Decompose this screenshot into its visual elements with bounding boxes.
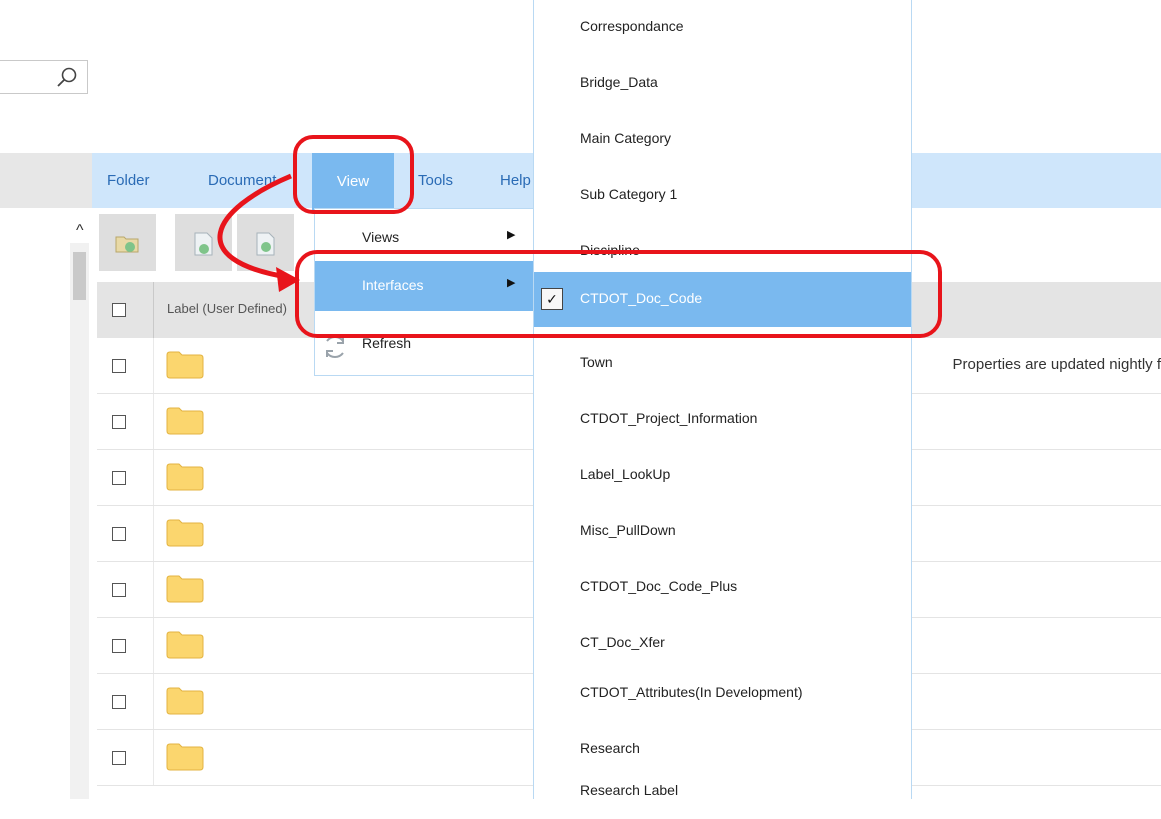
submenu-item[interactable]: CT_Doc_Xfer	[534, 616, 911, 671]
menu-item-interfaces[interactable]: Interfaces ▶	[315, 261, 533, 311]
row-checkbox[interactable]	[112, 359, 126, 373]
add-document-button[interactable]	[175, 214, 232, 271]
view-dropdown-menu: Views ▶ Interfaces ▶ Refresh	[314, 208, 534, 376]
submenu-arrow-icon: ▶	[507, 229, 516, 241]
menu-item-label: Interfaces	[362, 277, 424, 293]
menu-item-refresh[interactable]: Refresh	[315, 319, 533, 369]
scrollbar-thumb[interactable]	[73, 252, 86, 300]
submenu-item[interactable]: Main Category	[534, 112, 911, 167]
refresh-icon	[326, 336, 344, 358]
folder-icon	[166, 519, 204, 547]
submenu-item[interactable]: CTDOT_Doc_Code_Plus	[534, 560, 911, 615]
search-input[interactable]	[0, 61, 55, 93]
submenu-item[interactable]: Discipline	[534, 224, 911, 279]
submenu-item[interactable]: CTDOT_Attributes(In Development)	[534, 666, 911, 721]
row-checkbox[interactable]	[112, 751, 126, 765]
menu-tools[interactable]: Tools	[418, 153, 453, 208]
row-checkbox[interactable]	[112, 695, 126, 709]
row-checkbox[interactable]	[112, 583, 126, 597]
folder-icon	[166, 687, 204, 715]
new-folder-icon	[115, 236, 139, 253]
row-checkbox[interactable]	[112, 527, 126, 541]
column-header-label[interactable]: Label (User Defined)	[167, 301, 287, 316]
submenu-item[interactable]: Town	[534, 336, 911, 391]
upload-document-button[interactable]	[237, 214, 294, 271]
row-checkbox[interactable]	[112, 471, 126, 485]
scrollbar-track[interactable]	[70, 243, 89, 799]
submenu-item[interactable]: Label_LookUp	[534, 448, 911, 503]
menubar-left-strip	[0, 153, 92, 208]
menu-document[interactable]: Document	[208, 153, 276, 208]
submenu-arrow-icon: ▶	[507, 277, 516, 289]
interfaces-submenu: Correspondance Bridge_Data Main Category…	[533, 0, 912, 799]
menu-help[interactable]: Help	[500, 153, 531, 208]
submenu-item[interactable]: Research Label	[534, 764, 911, 819]
column-divider	[153, 282, 154, 338]
folder-icon	[166, 743, 204, 771]
submenu-item[interactable]: CTDOT_Project_Information	[534, 392, 911, 447]
row-description: Properties are updated nightly f	[952, 356, 1161, 373]
menu-item-label: Refresh	[362, 335, 412, 351]
menu-folder[interactable]: Folder	[107, 153, 150, 208]
folder-icon	[166, 463, 204, 491]
folder-icon	[166, 407, 204, 435]
row-checkbox[interactable]	[112, 415, 126, 429]
collapse-caret-icon[interactable]: ^	[76, 222, 84, 240]
submenu-item[interactable]: Bridge_Data	[534, 56, 911, 111]
submenu-item[interactable]: Sub Category 1	[534, 168, 911, 223]
submenu-item[interactable]: Misc_PullDown	[534, 504, 911, 559]
folder-icon	[166, 575, 204, 603]
submenu-item-selected[interactable]: ✓ CTDOT_Doc_Code	[534, 272, 911, 327]
select-all-checkbox[interactable]	[112, 303, 126, 317]
check-icon: ✓	[541, 288, 563, 310]
folder-icon	[166, 631, 204, 659]
upload-document-icon	[256, 232, 275, 256]
add-document-icon	[194, 232, 213, 256]
new-folder-button[interactable]	[99, 214, 156, 271]
menu-item-label: Views	[362, 229, 400, 245]
row-checkbox[interactable]	[112, 639, 126, 653]
folder-icon	[166, 351, 204, 379]
search-box[interactable]	[0, 60, 88, 94]
search-icon[interactable]	[55, 66, 79, 90]
menu-view[interactable]: View	[312, 153, 394, 211]
menu-item-views[interactable]: Views ▶	[315, 213, 533, 263]
submenu-item[interactable]: Correspondance	[534, 0, 911, 55]
